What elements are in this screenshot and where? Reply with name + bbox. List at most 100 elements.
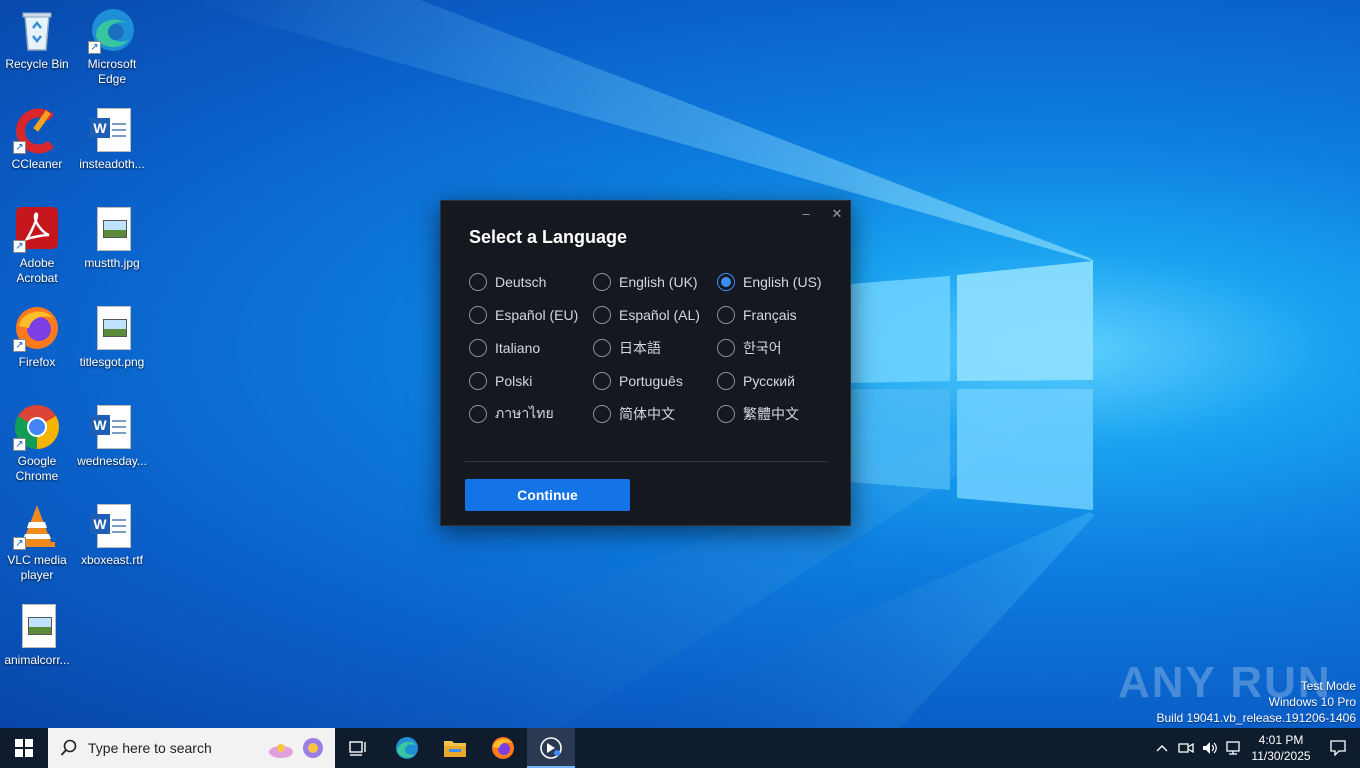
minimize-button[interactable]: – — [795, 205, 817, 223]
start-button[interactable] — [0, 728, 48, 768]
taskbar-clock[interactable]: 4:01 PM 11/30/2025 — [1246, 732, 1316, 764]
action-center-button[interactable] — [1316, 728, 1360, 768]
radio-button[interactable] — [593, 405, 611, 423]
desktop-icon-recycle-bin[interactable]: Recycle Bin — [0, 6, 74, 72]
desktop-icon-microsoft-edge[interactable]: ↗ Microsoft Edge — [75, 6, 149, 87]
edge-icon — [396, 737, 418, 759]
language-option-espanol-al[interactable]: Español (AL) — [593, 304, 700, 326]
shortcut-arrow-icon: ↗ — [13, 438, 26, 451]
desktop-icon-xboxeast[interactable]: W xboxeast.rtf — [75, 502, 149, 568]
language-label: Русский — [743, 373, 795, 389]
task-view-icon — [349, 741, 366, 756]
taskbar: Type here to search 4:01 PM 11/30/2025 — [0, 728, 1360, 768]
windows-build-info: Test Mode Windows 10 Pro Build 19041.vb_… — [1157, 678, 1357, 726]
chevron-up-icon[interactable] — [1150, 728, 1174, 768]
taskbar-firefox[interactable] — [479, 728, 527, 768]
language-option-portugues[interactable]: Português — [593, 370, 683, 392]
search-highlight-icon — [269, 738, 323, 758]
radio-button[interactable] — [469, 372, 487, 390]
image-file-icon — [88, 205, 136, 253]
radio-button[interactable] — [717, 339, 735, 357]
language-option-deutsch[interactable]: Deutsch — [469, 271, 546, 293]
desktop-icon-adobe-acrobat[interactable]: ↗ Adobe Acrobat — [0, 205, 74, 286]
task-view-button[interactable] — [335, 728, 383, 768]
language-option-espanol-eu[interactable]: Español (EU) — [469, 304, 578, 326]
desktop-icon-label: mustth.jpg — [84, 256, 140, 270]
desktop-icon-mustth[interactable]: mustth.jpg — [75, 205, 149, 271]
edge-icon: ↗ — [88, 6, 136, 54]
desktop-icon-label: titlesgot.png — [79, 355, 145, 369]
radio-button[interactable] — [717, 372, 735, 390]
language-option-russian[interactable]: Русский — [717, 370, 795, 392]
language-label: Deutsch — [495, 274, 547, 290]
language-option-korean[interactable]: 한국어 — [717, 337, 782, 359]
radio-button[interactable] — [469, 339, 487, 357]
app-installer-icon — [540, 737, 562, 759]
language-option-english-uk[interactable]: English (UK) — [593, 271, 698, 293]
language-label: 简体中文 — [619, 406, 675, 422]
continue-button[interactable]: Continue — [465, 479, 630, 511]
desktop-icon-insteadoth[interactable]: W insteadoth... — [75, 106, 149, 172]
language-dialog: – ✕ Select a Language Deutsch English (U… — [440, 200, 851, 526]
image-file-icon — [88, 304, 136, 352]
radio-button[interactable] — [469, 405, 487, 423]
build-label: Build 19041.vb_release.191206-1406 — [1156, 711, 1357, 725]
radio-button[interactable] — [593, 306, 611, 324]
desktop-icon-label: VLC media player — [7, 553, 67, 582]
firefox-icon — [492, 737, 514, 759]
language-option-thai[interactable]: ภาษาไทย — [469, 403, 554, 425]
language-label: Português — [619, 373, 683, 389]
language-option-english-us[interactable]: English (US) — [717, 271, 822, 293]
language-label: Français — [743, 307, 797, 323]
dialog-title: Select a Language — [469, 227, 628, 247]
desktop-icon-animalcorr[interactable]: animalcorr... — [0, 602, 74, 668]
language-option-simplified-chinese[interactable]: 简体中文 — [593, 403, 675, 425]
language-options: Deutsch English (UK) English (US) Españo… — [469, 271, 839, 441]
desktop-icon-label: xboxeast.rtf — [80, 553, 144, 567]
desktop-icon-wednesday[interactable]: W wednesday... — [75, 403, 149, 469]
radio-button[interactable] — [593, 339, 611, 357]
image-file-icon — [13, 602, 61, 650]
firefox-icon: ↗ — [13, 304, 61, 352]
taskbar-file-explorer[interactable] — [431, 728, 479, 768]
language-option-traditional-chinese[interactable]: 繁體中文 — [717, 403, 799, 425]
desktop-icon-google-chrome[interactable]: ↗ Google Chrome — [0, 403, 74, 484]
desktop-icon-label: Microsoft Edge — [87, 57, 137, 86]
network-icon[interactable] — [1222, 728, 1246, 768]
close-button[interactable]: ✕ — [826, 205, 848, 223]
language-option-italiano[interactable]: Italiano — [469, 337, 540, 359]
desktop-icon-vlc[interactable]: ↗ VLC media player — [0, 502, 74, 583]
desktop-icon-ccleaner[interactable]: ↗ CCleaner — [0, 106, 74, 172]
language-label: Italiano — [495, 340, 541, 356]
radio-button[interactable] — [717, 405, 735, 423]
desktop-icon-label: CCleaner — [11, 157, 63, 171]
volume-icon[interactable] — [1198, 728, 1222, 768]
radio-button-selected[interactable] — [717, 273, 735, 291]
language-label: Polski — [495, 373, 533, 389]
desktop-icon-titlesgot[interactable]: titlesgot.png — [75, 304, 149, 370]
language-label: ภาษาไทย — [495, 405, 554, 421]
shortcut-arrow-icon: ↗ — [88, 41, 101, 54]
edition-label: Windows 10 Pro — [1268, 695, 1356, 709]
desktop-icon-label: Firefox — [18, 355, 56, 369]
taskbar-app-installer[interactable] — [527, 728, 575, 768]
language-option-francais[interactable]: Français — [717, 304, 797, 326]
desktop-icon-label: animalcorr... — [4, 653, 70, 667]
desktop: Recycle Bin ↗ Microsoft Edge ↗ CCleaner … — [0, 0, 1360, 728]
windows-logo-wallpaper — [850, 261, 1093, 510]
system-tray: 4:01 PM 11/30/2025 — [1150, 728, 1360, 768]
taskbar-edge[interactable] — [383, 728, 431, 768]
radio-button[interactable] — [593, 273, 611, 291]
meet-now-icon[interactable] — [1174, 728, 1198, 768]
windows-start-icon — [15, 739, 33, 757]
taskbar-search-box[interactable]: Type here to search — [48, 728, 335, 768]
shortcut-arrow-icon: ↗ — [13, 141, 26, 154]
radio-button[interactable] — [469, 306, 487, 324]
radio-button[interactable] — [593, 372, 611, 390]
language-option-japanese[interactable]: 日本語 — [593, 337, 661, 359]
radio-button[interactable] — [469, 273, 487, 291]
desktop-icon-firefox[interactable]: ↗ Firefox — [0, 304, 74, 370]
radio-button[interactable] — [717, 306, 735, 324]
desktop-icon-label: Google Chrome — [15, 454, 59, 483]
language-option-polski[interactable]: Polski — [469, 370, 532, 392]
